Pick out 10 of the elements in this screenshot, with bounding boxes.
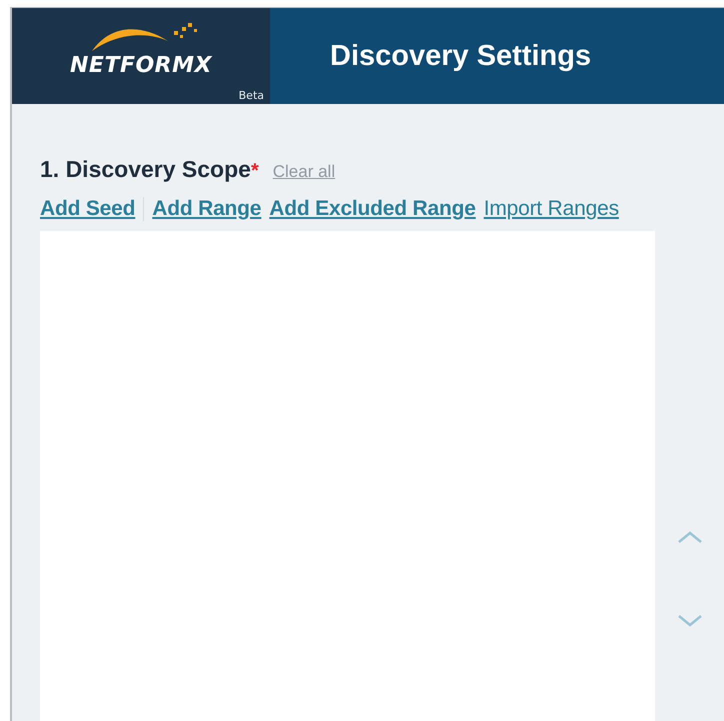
logo-text: NETFORMX xyxy=(70,52,212,78)
action-link[interactable]: Add Seed xyxy=(40,197,144,221)
action-link[interactable]: Add Range xyxy=(152,197,262,221)
beta-label: Beta xyxy=(238,89,264,102)
chevron-up-icon[interactable] xyxy=(676,530,702,544)
action-link[interactable]: Import Ranges xyxy=(484,197,619,221)
section-heading: 1. Discovery Scope* xyxy=(40,156,259,183)
page-title: Discovery Settings xyxy=(330,40,592,72)
chevron-down-icon[interactable] xyxy=(676,614,702,628)
action-link[interactable]: Add Excluded Range xyxy=(269,197,476,221)
